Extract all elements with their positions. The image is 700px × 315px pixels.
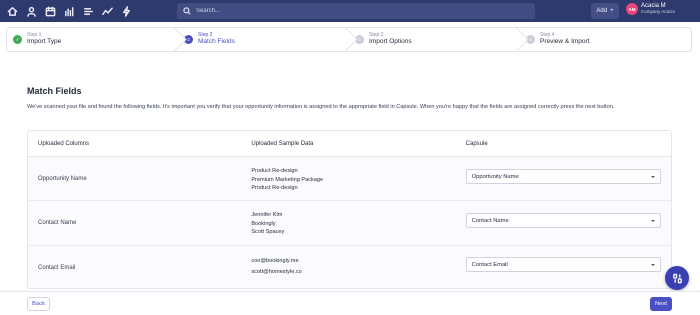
trend-icon[interactable] xyxy=(101,5,114,18)
next-button[interactable]: Next xyxy=(650,297,672,311)
step-title: Match Fields xyxy=(198,37,235,45)
search-box[interactable] xyxy=(177,3,535,19)
step-import-options[interactable]: 3 Step 3 Import Options xyxy=(349,27,529,52)
list-icon[interactable] xyxy=(82,5,95,18)
select-value: Contact Email xyxy=(471,261,508,268)
step-import-type[interactable]: ✓ Step 1 Import Type xyxy=(7,27,187,52)
import-stepper: ✓ Step 1 Import Type 2 Step 2 Match Fiel… xyxy=(6,27,692,52)
add-button[interactable]: Add + xyxy=(591,3,619,19)
plus-icon: + xyxy=(610,8,614,14)
sample-value: Product Re-design xyxy=(251,168,298,174)
uploaded-column-name: Opportunity Name xyxy=(38,176,87,182)
column-header: Uploaded Sample Data xyxy=(251,140,314,147)
step-title: Import Type xyxy=(27,37,62,45)
step-preview-import[interactable]: 4 Step 4 Preview & Import xyxy=(520,28,691,51)
column-header: Uploaded Columns xyxy=(38,140,90,147)
user-company: Company Acacia xyxy=(641,9,675,15)
lightning-icon[interactable] xyxy=(120,5,133,18)
wizard-footer: Back Next xyxy=(0,291,700,315)
calendar-icon[interactable] xyxy=(44,5,57,18)
chevron-down-icon xyxy=(650,175,655,178)
step-check-icon: ✓ xyxy=(13,35,22,44)
step-title: Import Options xyxy=(369,37,412,45)
person-icon[interactable] xyxy=(25,5,38,18)
step-match-fields[interactable]: 2 Step 2 Match Fields xyxy=(178,27,358,52)
add-button-label: Add xyxy=(596,8,608,14)
table-row: Opportunity Name Product Re-design Premi… xyxy=(28,157,671,201)
uploaded-column-name: Contact Name xyxy=(38,220,77,226)
table-header: Uploaded Columns Uploaded Sample Data Ca… xyxy=(28,131,671,157)
help-launcher-button[interactable] xyxy=(665,266,689,290)
step-title: Preview & Import xyxy=(540,37,590,45)
sample-value: coo@bookingly.me xyxy=(251,258,299,264)
column-header: Capsule xyxy=(465,140,488,147)
avatar: AM xyxy=(626,3,638,15)
nav-icon-group xyxy=(0,5,170,18)
help-widget-icon xyxy=(672,273,682,283)
capsule-field-select[interactable]: Contact Email xyxy=(465,257,661,272)
chevron-down-icon xyxy=(650,263,655,266)
page-title: Match Fields xyxy=(27,86,82,96)
uploaded-column-name: Contact Email xyxy=(38,265,76,271)
bar-chart-icon[interactable] xyxy=(63,5,76,18)
capsule-field-select[interactable]: Contact Name xyxy=(465,213,661,228)
top-nav-bar: Add + AM Acacia M Company Acacia xyxy=(0,0,700,22)
sample-value: Product Re-design xyxy=(251,185,298,191)
capsule-field-select[interactable]: Opportunity Name xyxy=(465,169,661,184)
sample-value: Scott Spacey xyxy=(251,229,285,235)
sample-value: Premium Marketing Package xyxy=(251,176,324,183)
table-row: Contact Email coo@bookingly.me scott@hom… xyxy=(28,246,671,288)
page-description: We've scanned your file and found the fo… xyxy=(27,104,615,110)
select-value: Contact Name xyxy=(471,217,509,224)
chevron-down-icon xyxy=(650,219,655,222)
search-input[interactable] xyxy=(196,8,516,14)
sample-value: Jennifer Kim xyxy=(251,212,283,218)
user-menu[interactable]: AM Acacia M Company Acacia xyxy=(626,3,675,15)
table-row: Contact Name Jennifer Kim Bookingly Scot… xyxy=(28,201,671,246)
field-mapping-table: Uploaded Columns Uploaded Sample Data Ca… xyxy=(27,130,672,289)
search-icon xyxy=(183,7,191,15)
home-icon[interactable] xyxy=(6,5,19,18)
sample-value: scott@homestyle.co xyxy=(251,269,302,275)
sample-value: Bookingly xyxy=(251,220,276,227)
select-value: Opportunity Name xyxy=(471,173,519,180)
back-button[interactable]: Back xyxy=(27,297,50,311)
